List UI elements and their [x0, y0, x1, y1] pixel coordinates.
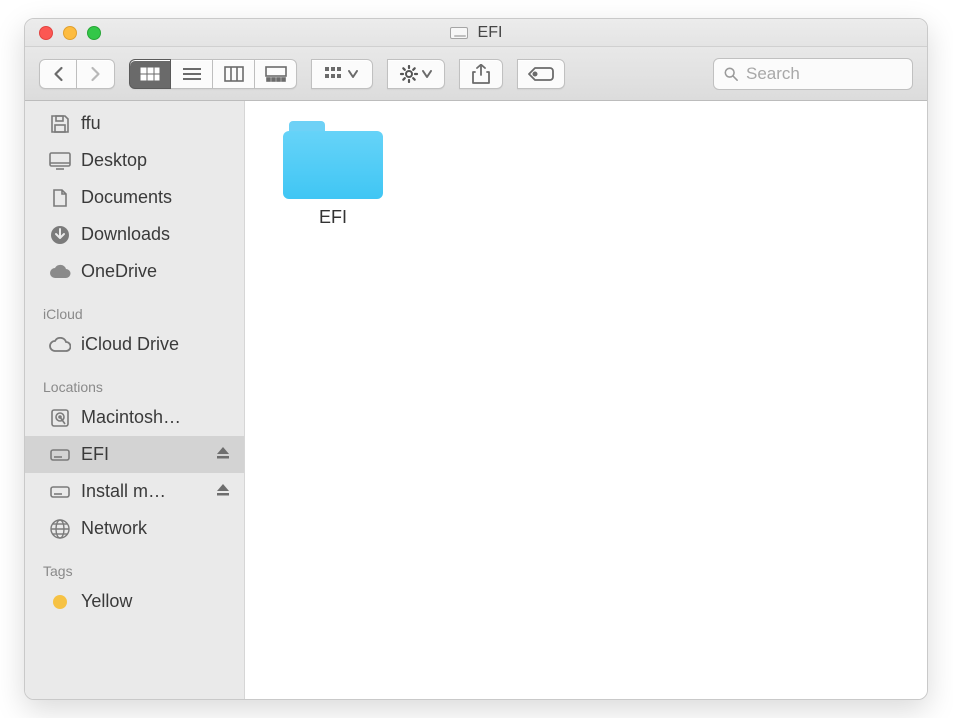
- action-button[interactable]: [387, 59, 445, 89]
- share-button[interactable]: [459, 59, 503, 89]
- nav-buttons: [39, 59, 115, 89]
- sidebar-item-efi[interactable]: EFI: [25, 436, 244, 473]
- sidebar-item-label: Macintosh…: [81, 407, 181, 428]
- cloud-icon: [49, 262, 71, 282]
- desktop-icon: [49, 151, 71, 171]
- sidebar: ffu Desktop Documents: [25, 101, 245, 699]
- sidebar-item-label: iCloud Drive: [81, 334, 179, 355]
- downloads-icon: [49, 225, 71, 245]
- sidebar-item-network[interactable]: Network: [25, 510, 244, 547]
- search-input[interactable]: [746, 59, 902, 89]
- column-view-button[interactable]: [213, 59, 255, 89]
- forward-button[interactable]: [77, 59, 115, 89]
- eject-icon[interactable]: [216, 444, 230, 465]
- gallery-view-button[interactable]: [255, 59, 297, 89]
- folder-label: EFI: [319, 207, 347, 228]
- network-icon: [49, 519, 71, 539]
- sidebar-item-ffu[interactable]: ffu: [25, 105, 244, 142]
- share-button-group: [459, 59, 503, 89]
- sidebar-item-label: Desktop: [81, 150, 147, 171]
- icon-view-button[interactable]: [129, 59, 171, 89]
- eject-icon[interactable]: [216, 481, 230, 502]
- hdd-icon: [49, 408, 71, 428]
- search-icon: [724, 66, 738, 82]
- sidebar-heading-icloud: iCloud: [25, 290, 244, 326]
- action-button-group: [387, 59, 445, 89]
- traffic-lights: [39, 19, 101, 46]
- documents-icon: [49, 188, 71, 208]
- cloud-outline-icon: [49, 335, 71, 355]
- list-view-button[interactable]: [171, 59, 213, 89]
- sidebar-item-label: EFI: [81, 444, 109, 465]
- sidebar-item-onedrive[interactable]: OneDrive: [25, 253, 244, 290]
- arrange-button-group: [311, 59, 373, 89]
- sidebar-heading-tags: Tags: [25, 547, 244, 583]
- zoom-button[interactable]: [87, 26, 101, 40]
- tags-button-group: [517, 59, 565, 89]
- tag-dot-icon: [49, 592, 71, 612]
- sidebar-item-label: Install m…: [81, 481, 166, 502]
- folder-item-efi[interactable]: EFI: [273, 121, 393, 228]
- sidebar-item-downloads[interactable]: Downloads: [25, 216, 244, 253]
- sidebar-item-label: OneDrive: [81, 261, 157, 282]
- minimize-button[interactable]: [63, 26, 77, 40]
- sidebar-item-label: Downloads: [81, 224, 170, 245]
- sidebar-item-label: Yellow: [81, 591, 132, 612]
- volume-icon: [450, 27, 468, 39]
- sidebar-item-label: Network: [81, 518, 147, 539]
- tags-button[interactable]: [517, 59, 565, 89]
- titlebar: EFI: [25, 19, 927, 47]
- sidebar-item-macintosh-hd[interactable]: Macintosh…: [25, 399, 244, 436]
- sidebar-item-label: ffu: [81, 113, 101, 134]
- sidebar-item-desktop[interactable]: Desktop: [25, 142, 244, 179]
- sidebar-item-tag-yellow[interactable]: Yellow: [25, 583, 244, 620]
- drive-icon: [49, 445, 71, 465]
- sidebar-item-icloud-drive[interactable]: iCloud Drive: [25, 326, 244, 363]
- window-title: EFI: [478, 24, 503, 42]
- finder-window: EFI: [24, 18, 928, 700]
- search-field[interactable]: [713, 58, 913, 90]
- folder-icon: [283, 121, 383, 199]
- arrange-button[interactable]: [311, 59, 373, 89]
- floppy-icon: [49, 114, 71, 134]
- sidebar-item-install-m[interactable]: Install m…: [25, 473, 244, 510]
- sidebar-item-label: Documents: [81, 187, 172, 208]
- drive-icon: [49, 482, 71, 502]
- close-button[interactable]: [39, 26, 53, 40]
- toolbar: [25, 47, 927, 101]
- sidebar-heading-locations: Locations: [25, 363, 244, 399]
- view-mode-buttons: [129, 59, 297, 89]
- back-button[interactable]: [39, 59, 77, 89]
- sidebar-item-documents[interactable]: Documents: [25, 179, 244, 216]
- content-area[interactable]: EFI: [245, 101, 927, 699]
